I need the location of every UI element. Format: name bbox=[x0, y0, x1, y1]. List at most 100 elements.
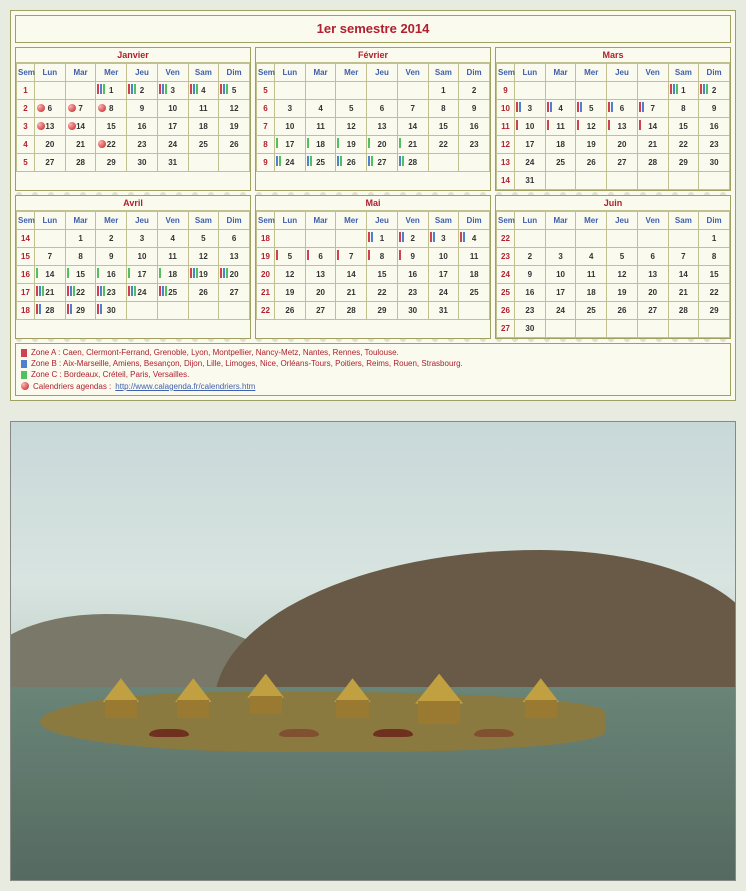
empty-cell bbox=[219, 154, 250, 172]
zone-A-mark bbox=[577, 120, 579, 130]
day-cell: 7 bbox=[65, 100, 96, 118]
day-cell: 30 bbox=[127, 154, 158, 172]
day-cell: 15 bbox=[668, 118, 699, 136]
zone-A-mark bbox=[190, 84, 192, 94]
zone-B-mark bbox=[463, 232, 465, 242]
day-cell: 12 bbox=[336, 118, 367, 136]
day-cell: 2 bbox=[96, 230, 127, 248]
week-number: 9 bbox=[257, 154, 275, 172]
zone-C-mark bbox=[73, 286, 75, 296]
zone-A-mark bbox=[159, 286, 161, 296]
day-cell: 28 bbox=[35, 302, 66, 320]
day-header: Mer bbox=[576, 64, 607, 82]
legend-zone-b-text: Zone B : Aix-Marseille, Amiens, Besançon… bbox=[31, 358, 463, 369]
empty-cell bbox=[607, 230, 638, 248]
day-cell: 4 bbox=[545, 100, 576, 118]
day-cell: 29 bbox=[668, 154, 699, 172]
day-cell: 26 bbox=[607, 302, 638, 320]
day-cell: 1 bbox=[428, 82, 459, 100]
day-cell: 6 bbox=[607, 100, 638, 118]
zone-A-mark bbox=[547, 120, 549, 130]
zone-C-mark bbox=[307, 138, 309, 148]
day-cell: 17 bbox=[515, 136, 546, 154]
day-cell: 21 bbox=[336, 284, 367, 302]
day-cell: 20 bbox=[607, 136, 638, 154]
week-number: 4 bbox=[17, 136, 35, 154]
calendar-source-link[interactable]: http://www.calagenda.fr/calendriers.htm bbox=[115, 381, 255, 392]
empty-cell bbox=[336, 230, 367, 248]
day-cell: 26 bbox=[576, 154, 607, 172]
day-cell: 2 bbox=[699, 82, 730, 100]
empty-cell bbox=[397, 82, 428, 100]
day-cell: 14 bbox=[336, 266, 367, 284]
zone-A-mark bbox=[639, 102, 641, 112]
week-number: 13 bbox=[497, 154, 515, 172]
day-cell: 18 bbox=[576, 284, 607, 302]
event-icon bbox=[68, 122, 76, 130]
day-cell: 28 bbox=[397, 154, 428, 172]
zone-A-mark bbox=[577, 102, 579, 112]
day-cell: 11 bbox=[305, 118, 336, 136]
title-bar: 1er semestre 2014 bbox=[15, 15, 731, 43]
day-cell: 28 bbox=[65, 154, 96, 172]
day-cell: 26 bbox=[188, 284, 219, 302]
week-number: 20 bbox=[257, 266, 275, 284]
day-cell: 3 bbox=[157, 82, 188, 100]
week-number: 22 bbox=[497, 230, 515, 248]
zone-A-mark bbox=[307, 250, 309, 260]
zone-B-mark bbox=[70, 304, 72, 314]
empty-cell bbox=[668, 172, 699, 190]
day-cell: 16 bbox=[96, 266, 127, 284]
day-cell: 7 bbox=[397, 100, 428, 118]
day-cell: 8 bbox=[65, 248, 96, 266]
day-header: Dim bbox=[219, 212, 250, 230]
zone-C-mark bbox=[134, 84, 136, 94]
zone-C-mark bbox=[337, 138, 339, 148]
day-header: Sam bbox=[428, 212, 459, 230]
zone-B-mark bbox=[193, 268, 195, 278]
legend: Zone A : Caen, Clermont-Ferrand, Grenobl… bbox=[15, 343, 731, 396]
empty-cell bbox=[637, 230, 668, 248]
day-header: Sem bbox=[497, 212, 515, 230]
zone-C-mark bbox=[276, 138, 278, 148]
day-cell: 16 bbox=[515, 284, 546, 302]
calendar-container: 1er semestre 2014 JanvierSemLunMarMerJeu… bbox=[10, 10, 736, 401]
pin-icon bbox=[21, 382, 29, 390]
day-cell: 8 bbox=[428, 100, 459, 118]
empty-cell bbox=[275, 230, 306, 248]
empty-cell bbox=[127, 302, 158, 320]
day-cell: 10 bbox=[127, 248, 158, 266]
zone-A-mark bbox=[97, 84, 99, 94]
zone-C-mark bbox=[706, 84, 708, 94]
legend-zone-c-text: Zone C : Bordeaux, Créteil, Paris, Versa… bbox=[31, 369, 189, 380]
zone-C-mark bbox=[196, 268, 198, 278]
zone-B-mark bbox=[433, 232, 435, 242]
day-header: Jeu bbox=[607, 64, 638, 82]
day-cell: 25 bbox=[459, 284, 490, 302]
zone-A-mark bbox=[276, 250, 278, 260]
day-cell: 1 bbox=[367, 230, 398, 248]
day-cell: 28 bbox=[668, 302, 699, 320]
month-name: Janvier bbox=[16, 48, 250, 63]
zone-B-mark bbox=[307, 156, 309, 166]
day-cell: 20 bbox=[219, 266, 250, 284]
zone-A-mark bbox=[547, 102, 549, 112]
day-cell: 4 bbox=[188, 82, 219, 100]
day-cell: 22 bbox=[428, 136, 459, 154]
day-cell: 15 bbox=[65, 266, 96, 284]
day-cell: 14 bbox=[668, 266, 699, 284]
empty-cell bbox=[545, 172, 576, 190]
empty-cell bbox=[699, 320, 730, 338]
day-cell: 11 bbox=[459, 248, 490, 266]
day-cell: 19 bbox=[607, 284, 638, 302]
legend-link-label: Calendriers agendas : bbox=[33, 381, 111, 392]
day-cell: 27 bbox=[305, 302, 336, 320]
zone-A-mark bbox=[639, 120, 641, 130]
day-header: Ven bbox=[637, 212, 668, 230]
month-janvier: JanvierSemLunMarMerJeuVenSamDim112345267… bbox=[15, 47, 251, 191]
day-header: Ven bbox=[157, 212, 188, 230]
day-cell: 2 bbox=[515, 248, 546, 266]
day-cell: 21 bbox=[637, 136, 668, 154]
day-cell: 23 bbox=[515, 302, 546, 320]
zone-C-mark bbox=[42, 286, 44, 296]
